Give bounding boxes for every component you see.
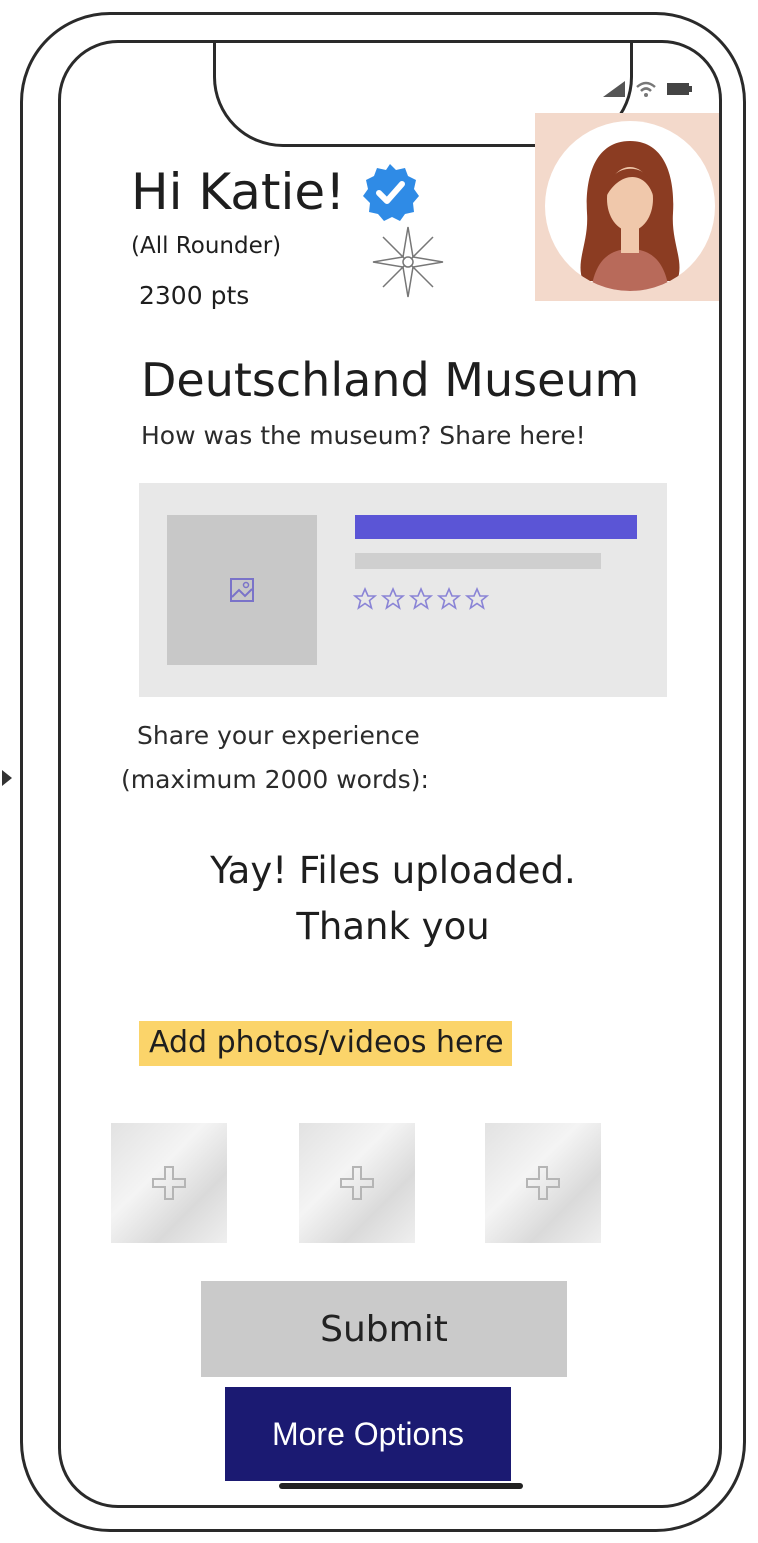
- status-bar: [603, 81, 693, 97]
- upload-status: Yay! Files uploaded. Thank you: [61, 843, 719, 955]
- rank-label: (All Rounder): [131, 233, 282, 259]
- greeting-text: Hi Katie!: [131, 163, 346, 221]
- card-image-placeholder: [167, 515, 317, 665]
- phone-screen: Hi Katie! (All Rounder) 2300 pts Deutsch…: [58, 40, 722, 1508]
- rating-stars[interactable]: [353, 587, 489, 611]
- side-button: [2, 770, 12, 786]
- share-prompt-line2: (maximum 2000 words):: [121, 765, 429, 794]
- greeting-row: Hi Katie!: [131, 161, 421, 223]
- upload-tile-3[interactable]: [485, 1123, 601, 1243]
- points-label: 2300 pts: [139, 281, 250, 310]
- upload-status-line2: Thank you: [296, 905, 490, 948]
- star-outline-icon[interactable]: [381, 587, 405, 611]
- star-outline-icon[interactable]: [437, 587, 461, 611]
- upload-status-line1: Yay! Files uploaded.: [210, 849, 576, 892]
- share-prompt-line1: Share your experience: [137, 721, 420, 750]
- upload-tile-2[interactable]: [299, 1123, 415, 1243]
- place-subtitle: How was the museum? Share here!: [141, 421, 586, 450]
- review-card: [139, 483, 667, 697]
- star-outline-icon[interactable]: [353, 587, 377, 611]
- plus-icon: [340, 1166, 374, 1200]
- compass-star-icon: [372, 226, 444, 298]
- avatar[interactable]: [535, 113, 719, 301]
- verified-badge-icon: [363, 164, 420, 221]
- more-options-button[interactable]: More Options: [225, 1387, 511, 1481]
- avatar-portrait-icon: [580, 141, 680, 291]
- star-outline-icon[interactable]: [465, 587, 489, 611]
- place-title: Deutschland Museum: [141, 353, 640, 407]
- add-media-label[interactable]: Add photos/videos here: [139, 1021, 512, 1066]
- battery-icon: [667, 83, 692, 95]
- plus-icon: [152, 1166, 186, 1200]
- plus-icon: [526, 1166, 560, 1200]
- star-outline-icon[interactable]: [409, 587, 433, 611]
- image-placeholder-icon: [230, 578, 254, 602]
- submit-button[interactable]: Submit: [201, 1281, 567, 1377]
- avatar-circle: [545, 121, 715, 291]
- upload-tile-1[interactable]: [111, 1123, 227, 1243]
- card-title-bar: [355, 515, 637, 539]
- wifi-icon: [636, 81, 656, 97]
- card-subtitle-bar: [355, 553, 601, 569]
- signal-icon: [603, 81, 625, 97]
- home-indicator[interactable]: [279, 1483, 523, 1489]
